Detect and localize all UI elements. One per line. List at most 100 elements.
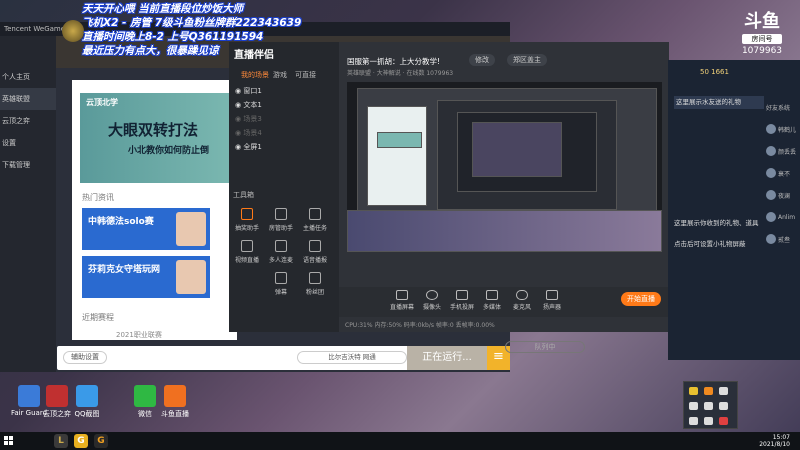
tool-label: 主播任务 <box>302 225 327 232</box>
banner-title: 大眼双转打法 <box>108 121 199 139</box>
douyu-watermark: 斗鱼 房间号 1079963 <box>738 12 786 57</box>
tray-app-icon[interactable] <box>719 402 728 410</box>
desktop-icon-qq[interactable]: QQ截图 <box>60 385 114 419</box>
sidebar-item-lol[interactable]: 英雄联盟 <box>0 88 56 110</box>
friend-item[interactable]: 韩鹤儿 <box>766 118 800 140</box>
overlay-line: 飞机X2 - 房管 7级斗鱼粉丝牌群222343639 <box>82 17 302 29</box>
tab-direct[interactable]: 可直接 <box>295 70 316 80</box>
phone-cast-button[interactable]: 手机投屏 <box>449 290 475 311</box>
taskbar: L G G 15:07 2021/8/10 <box>0 432 800 450</box>
stream-overlay-text: 天天开心喂 当前直播段位炒饭大师 飞机X2 - 房管 7级斗鱼粉丝牌群22234… <box>82 2 301 58</box>
tray-app-icon[interactable] <box>704 402 713 410</box>
nested-window <box>472 122 562 177</box>
studio-bottom-toolbar: 直播屏幕 摄像头 手机投屏 多媒体 麦克风 扬声器 <box>339 287 669 317</box>
nested-desktop <box>347 210 662 252</box>
button-label: 直播屏幕 <box>389 304 414 311</box>
news-title: 中韩德法solo赛 <box>88 217 154 227</box>
desktop-icon-douyu[interactable]: 斗鱼直播 <box>148 385 202 419</box>
tool-danmaku[interactable]: 弹幕 <box>265 272 297 296</box>
taskbar-g-icon[interactable]: G <box>94 434 108 448</box>
avatar <box>176 212 206 246</box>
tab-my-scenes[interactable]: 我的场景 <box>241 70 269 80</box>
live-preview <box>347 82 662 252</box>
tray-app-icon[interactable] <box>704 417 713 425</box>
tool-label: 房管助手 <box>268 225 293 232</box>
tool-video[interactable]: 视频直播 <box>231 240 263 264</box>
overlay-line: 最近压力有点大，很暴躁见谅 <box>82 45 219 57</box>
friend-item[interactable]: Anlim <box>766 206 800 228</box>
microphone-button[interactable]: 麦克风 <box>509 290 535 311</box>
avatar <box>766 212 776 222</box>
currency-display: 50 1661 <box>700 68 729 76</box>
friend-item[interactable]: 衰不 <box>766 162 800 184</box>
friend-name: 韩鹤儿 <box>778 126 797 134</box>
tool-label: 粉丝团 <box>305 289 324 296</box>
gift-icon <box>241 208 253 220</box>
friends-list: 好友系统 韩鹤儿 颜丢丢 衰不 夜澜 Anlim 贰叁 <box>766 96 800 346</box>
windows-start-icon[interactable] <box>4 436 14 446</box>
category-badge[interactable]: 郑区盖主 <box>507 54 547 66</box>
promo-banner[interactable]: 云顶北学 大眼双转打法 小北教你如何防止倒 <box>80 93 230 183</box>
friend-item[interactable]: 夜澜 <box>766 184 800 206</box>
toolbox-heading: 工具箱 <box>233 191 254 199</box>
nested-window <box>367 106 427 206</box>
room-title: 国服第一抓胡：上大分教学! <box>347 57 441 66</box>
overlay-line: 直播时间晚上8-2 上号Q361191594 <box>82 31 264 43</box>
tray-app-icon[interactable] <box>704 387 713 395</box>
clock-date: 2021/8/10 <box>759 441 790 448</box>
friend-item[interactable]: 贰叁 <box>766 228 800 250</box>
scene-row[interactable]: ◉ 窗口1 <box>235 86 262 96</box>
tool-task[interactable]: 主播任务 <box>299 208 331 232</box>
sidebar-item-settings[interactable]: 设置 <box>0 132 56 154</box>
taskbar-wegame-icon[interactable]: G <box>74 434 88 448</box>
tool-voice[interactable]: 语音播报 <box>299 240 331 264</box>
news-card[interactable]: 芬莉克女守塔玩网 <box>82 256 210 298</box>
system-clock[interactable]: 15:07 2021/8/10 <box>759 434 790 448</box>
hot-news-heading: 热门资讯 <box>82 193 114 202</box>
scene-label: 场景3 <box>243 115 262 123</box>
chat-message: 这里展示你收到的礼物、道具 <box>674 219 759 227</box>
studio-left-panel: 直播伴侣 我的场景 游戏 可直接 ◉ 窗口1 ◉ 文本1 ◉ 场景3 ◉ 场景4… <box>229 42 339 332</box>
screen-capture-button[interactable]: 直播屏幕 <box>389 290 415 311</box>
tab-game[interactable]: 游戏 <box>273 70 287 80</box>
tray-app-icon[interactable] <box>719 417 728 425</box>
tool-fans[interactable]: 粉丝团 <box>299 272 331 296</box>
tool-label: 视频直播 <box>234 257 259 264</box>
sidebar-item-profile[interactable]: 个人主页 <box>0 66 56 88</box>
taskbar-lol-icon[interactable]: L <box>54 434 68 448</box>
assist-settings-button[interactable]: 辅助设置 <box>63 351 107 364</box>
avatar <box>766 124 776 134</box>
speaker-button[interactable]: 扬声器 <box>539 290 565 311</box>
server-select[interactable]: 比尔吉沃特 网通 <box>297 351 407 364</box>
tray-app-icon[interactable] <box>719 387 728 395</box>
queue-button[interactable]: 队列中 <box>505 341 585 353</box>
desktop-icon-label: 斗鱼直播 <box>161 410 189 418</box>
scene-label: 文本1 <box>243 101 262 109</box>
sidebar-item-tft[interactable]: 云顶之弈 <box>0 110 56 132</box>
tray-app-icon[interactable] <box>689 402 698 410</box>
friends-heading: 好友系统 <box>766 96 800 118</box>
news-card[interactable]: 中韩德法solo赛 <box>82 208 210 250</box>
play-icon <box>486 290 498 300</box>
overlay-line: 天天开心喂 当前直播段位炒饭大师 <box>82 3 244 15</box>
tool-moderator[interactable]: 房管助手 <box>265 208 297 232</box>
tool-multi-mic[interactable]: 多人连麦 <box>265 240 297 264</box>
friend-item[interactable]: 颜丢丢 <box>766 140 800 162</box>
chat-message: 这里展示水友送的礼物 <box>674 96 764 109</box>
running-button[interactable]: 正在运行... <box>407 346 487 370</box>
start-live-button[interactable]: 开始直播 <box>621 292 661 306</box>
scene-row[interactable]: ◉ 场景4 <box>235 128 262 138</box>
scene-row[interactable]: ◉ 场景3 <box>235 114 262 124</box>
tray-app-icon[interactable] <box>689 387 698 395</box>
tray-app-icon[interactable] <box>689 417 698 425</box>
banner-tag: 云顶北学 <box>86 98 118 107</box>
sidebar-item-downloads[interactable]: 下载管理 <box>0 154 56 176</box>
tool-lottery[interactable]: 抽奖助手 <box>231 208 263 232</box>
edit-title-button[interactable]: 修改 <box>469 54 495 66</box>
scene-row[interactable]: ◉ 全屏1 <box>235 142 262 152</box>
friend-name: Anlim <box>778 213 796 221</box>
mic-icon <box>516 290 528 300</box>
media-button[interactable]: 多媒体 <box>479 290 505 311</box>
camera-button[interactable]: 摄像头 <box>419 290 445 311</box>
scene-row[interactable]: ◉ 文本1 <box>235 100 262 110</box>
